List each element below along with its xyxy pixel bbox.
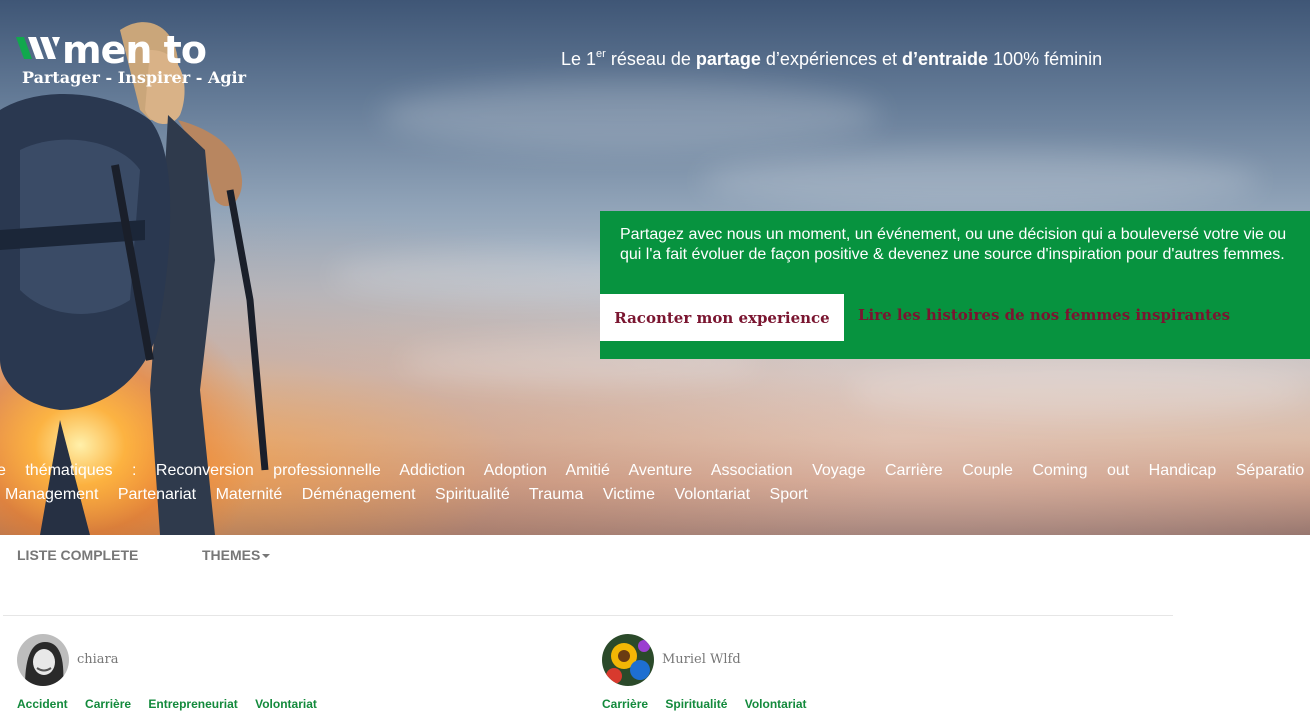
divider — [3, 615, 1173, 616]
theme-link[interactable]: Sport — [770, 486, 808, 503]
share-cta-panel: Partagez avec nous un moment, un événeme… — [600, 211, 1310, 359]
story-tabs: LISTE COMPLETE THEMES — [0, 535, 1310, 575]
theme-link[interactable]: Victime — [603, 486, 655, 503]
theme-link[interactable]: Adoption — [484, 462, 547, 479]
theme-link[interactable]: Partenariat — [118, 486, 196, 503]
theme-link[interactable]: Séparatio — [1236, 462, 1305, 479]
cta-message: Partagez avec nous un moment, un événeme… — [620, 226, 1287, 263]
theme-link[interactable]: Carrière — [885, 462, 943, 479]
avatar[interactable] — [602, 634, 654, 686]
themes-row-2: Management Partenariat Maternité Déménag… — [5, 486, 823, 504]
logo-w-mark-icon — [16, 30, 62, 60]
logo-tagline: Partager - Inspirer - Agir — [22, 68, 247, 87]
logo-wordmark: men to — [62, 28, 207, 72]
theme-link[interactable]: Amitié — [565, 462, 609, 479]
theme-link[interactable]: Association — [711, 462, 793, 479]
tag-link[interactable]: Volontariat — [745, 697, 807, 711]
theme-link[interactable]: Couple — [962, 462, 1013, 479]
avatar[interactable] — [17, 634, 69, 686]
story-tags: Accident Carrière Entrepreneuriat Volont… — [17, 697, 331, 711]
theme-link[interactable]: Coming — [1032, 462, 1087, 479]
theme-link[interactable]: out — [1107, 462, 1129, 479]
theme-prefix: : — [131, 462, 137, 479]
tag-link[interactable]: Entrepreneuriat — [148, 697, 237, 711]
theme-link[interactable]: Aventure — [629, 462, 693, 479]
theme-link[interactable]: Voyage — [812, 462, 865, 479]
story-author[interactable]: Muriel Wlfd — [662, 652, 741, 667]
theme-link[interactable]: Déménagement — [302, 486, 416, 503]
theme-link[interactable]: Reconversion — [156, 462, 254, 479]
tab-themes-label: THEMES — [202, 547, 261, 563]
tag-link[interactable]: Carrière — [85, 697, 131, 711]
themes-row-1: e thématiques : Reconversion professionn… — [0, 462, 1310, 480]
tag-link[interactable]: Carrière — [602, 697, 648, 711]
caret-down-icon — [262, 554, 271, 559]
read-stories-link[interactable]: Lire les histoires de nos femmes inspira… — [858, 306, 1230, 324]
tag-link[interactable]: Volontariat — [255, 697, 317, 711]
theme-link[interactable]: professionnelle — [273, 462, 381, 479]
hero-banner: men to Partager - Inspirer - Agir Le 1er… — [0, 0, 1310, 535]
site-tagline: Le 1er réseau de partage d’expériences e… — [561, 48, 1103, 69]
tag-link[interactable]: Accident — [17, 697, 68, 711]
share-experience-button[interactable]: Raconter mon experience — [600, 294, 844, 341]
theme-link[interactable]: Volontariat — [674, 486, 750, 503]
theme-link[interactable]: Handicap — [1149, 462, 1217, 479]
theme-link[interactable]: Spiritualité — [435, 486, 510, 503]
tab-full-list[interactable]: LISTE COMPLETE — [17, 547, 138, 563]
tab-themes[interactable]: THEMES — [202, 547, 271, 563]
theme-prefix: e — [0, 462, 6, 479]
theme-link[interactable]: Addiction — [399, 462, 465, 479]
theme-prefix: thématiques — [25, 462, 113, 479]
tag-link[interactable]: Spiritualité — [665, 697, 727, 711]
theme-link[interactable]: Trauma — [529, 486, 584, 503]
theme-link[interactable]: Maternité — [216, 486, 283, 503]
site-logo[interactable]: men to Partager - Inspirer - Agir — [16, 30, 246, 87]
story-author[interactable]: chiara — [77, 652, 119, 667]
story-tags: Carrière Spiritualité Volontariat — [602, 697, 821, 711]
theme-link[interactable]: Management — [5, 486, 98, 503]
